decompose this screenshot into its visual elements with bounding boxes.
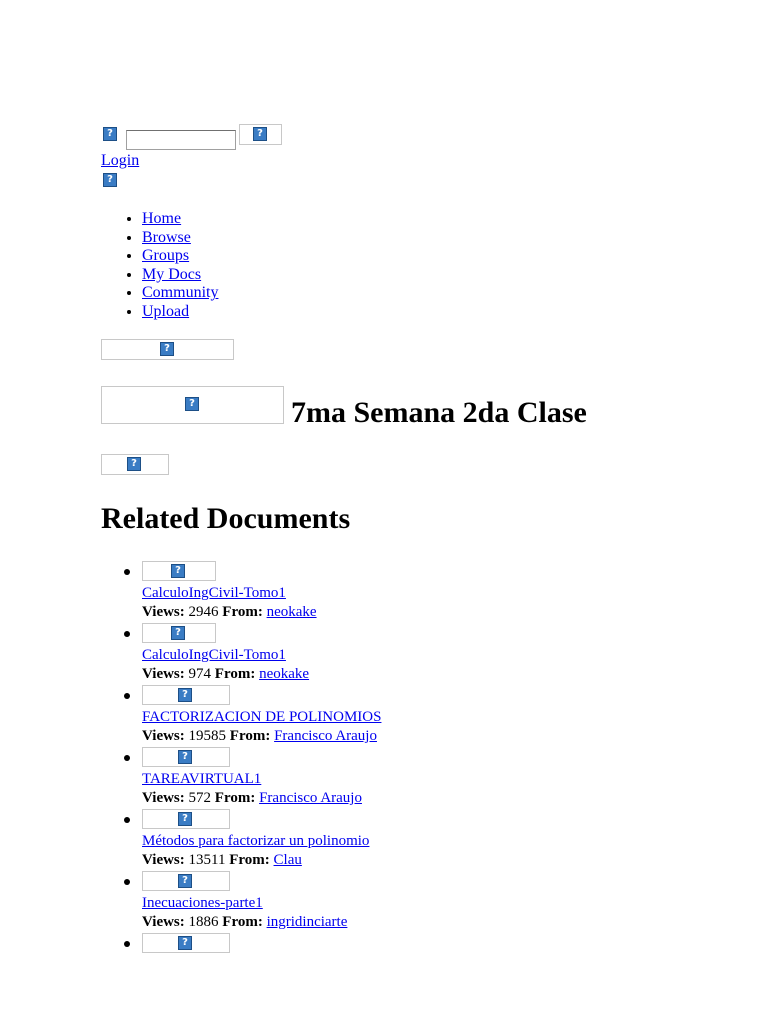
related-doc-item: ? CalculoIngCivil-Tomo1 Views: 974 From:… — [101, 623, 701, 685]
main-nav: Home Browse Groups My Docs Community Upl… — [101, 210, 218, 322]
search-input[interactable] — [126, 130, 236, 150]
nav-item-my-docs: My Docs — [142, 266, 218, 285]
related-doc-title-link[interactable]: Métodos para factorizar un polinomio — [142, 832, 369, 851]
related-doc-meta: Views: 1886 From: ingridinciarte — [142, 913, 347, 932]
list-bullet — [124, 569, 130, 575]
from-label: From: — [229, 852, 270, 868]
views-count: 974 — [188, 666, 212, 682]
related-doc-broken-image-icon: ? — [171, 626, 185, 640]
views-label: Views: — [142, 728, 185, 744]
related-doc-meta: Views: 572 From: Francisco Araujo — [142, 789, 362, 808]
login-link[interactable]: Login — [101, 151, 139, 170]
nav-item-community: Community — [142, 284, 218, 303]
related-doc-meta: Views: 2946 From: neokake — [142, 603, 317, 622]
related-doc-broken-image-icon: ? — [178, 812, 192, 826]
banner-broken-image-icon: ? — [160, 342, 174, 356]
nav-link-my-docs[interactable]: My Docs — [142, 266, 201, 283]
related-doc-title-link[interactable]: CalculoIngCivil-Tomo1 — [142, 646, 286, 665]
from-label: From: — [214, 790, 256, 806]
related-doc-item: ? Inecuaciones-parte1 Views: 1886 From: … — [101, 871, 701, 933]
related-doc-item: ? Métodos para factorizar un polinomio V… — [101, 809, 701, 871]
from-label: From: — [222, 914, 263, 930]
nav-item-browse: Browse — [142, 229, 218, 248]
author-link[interactable]: neokake — [259, 666, 309, 682]
user-broken-image-icon: ? — [103, 173, 117, 187]
related-doc-thumbnail[interactable]: ? — [142, 561, 216, 581]
nav-item-groups: Groups — [142, 247, 218, 266]
logo-broken-image-icon: ? — [103, 127, 117, 141]
document-title: 7ma Semana 2da Clase — [291, 396, 587, 429]
list-bullet — [124, 755, 130, 761]
thumbnail-broken-image-icon: ? — [185, 397, 199, 411]
search-button[interactable]: ? — [239, 124, 282, 145]
views-count: 19585 — [188, 728, 227, 744]
nav-link-browse[interactable]: Browse — [142, 229, 191, 246]
from-label: From: — [222, 604, 263, 620]
nav-link-home[interactable]: Home — [142, 210, 181, 227]
related-doc-item: ? FACTORIZACION DE POLINOMIOS Views: 195… — [101, 685, 701, 747]
related-doc-thumbnail[interactable]: ? — [142, 685, 230, 705]
related-doc-broken-image-icon: ? — [178, 688, 192, 702]
views-count: 13511 — [188, 852, 226, 868]
list-bullet — [124, 693, 130, 699]
related-doc-thumbnail[interactable]: ? — [142, 809, 230, 829]
nav-link-community[interactable]: Community — [142, 284, 218, 301]
nav-link-groups[interactable]: Groups — [142, 247, 189, 264]
search-broken-image-icon: ? — [253, 127, 267, 141]
related-doc-meta: Views: 13511 From: Clau — [142, 851, 302, 870]
author-link[interactable]: Clau — [274, 852, 302, 868]
related-doc-broken-image-icon: ? — [178, 936, 192, 950]
related-documents-heading: Related Documents — [101, 502, 351, 535]
views-count: 572 — [188, 790, 212, 806]
related-doc-broken-image-icon: ? — [178, 874, 192, 888]
views-count: 1886 — [188, 914, 219, 930]
action-image-placeholder[interactable]: ? — [101, 454, 169, 475]
related-doc-meta: Views: 974 From: neokake — [142, 665, 309, 684]
related-doc-title-link[interactable]: Inecuaciones-parte1 — [142, 894, 263, 913]
author-link[interactable]: ingridinciarte — [267, 914, 348, 930]
related-doc-thumbnail[interactable]: ? — [142, 623, 216, 643]
nav-link-upload[interactable]: Upload — [142, 303, 189, 320]
related-doc-thumbnail[interactable]: ? — [142, 871, 230, 891]
banner-image-placeholder[interactable]: ? — [101, 339, 234, 360]
views-label: Views: — [142, 852, 185, 868]
nav-item-home: Home — [142, 210, 218, 229]
author-link[interactable]: Francisco Araujo — [259, 790, 362, 806]
author-link[interactable]: Francisco Araujo — [274, 728, 377, 744]
related-doc-broken-image-icon: ? — [178, 750, 192, 764]
nav-item-upload: Upload — [142, 303, 218, 322]
related-doc-title-link[interactable]: CalculoIngCivil-Tomo1 — [142, 584, 286, 603]
related-doc-title-link[interactable]: FACTORIZACION DE POLINOMIOS — [142, 708, 381, 727]
related-doc-broken-image-icon: ? — [171, 564, 185, 578]
related-doc-item: ? CalculoIngCivil-Tomo1 Views: 2946 From… — [101, 561, 701, 623]
views-count: 2946 — [188, 604, 219, 620]
list-bullet — [124, 631, 130, 637]
author-link[interactable]: neokake — [267, 604, 317, 620]
document-thumbnail[interactable]: ? — [101, 386, 284, 424]
views-label: Views: — [142, 790, 185, 806]
related-doc-thumbnail[interactable]: ? — [142, 933, 230, 953]
views-label: Views: — [142, 604, 185, 620]
list-bullet — [124, 879, 130, 885]
views-label: Views: — [142, 666, 185, 682]
related-doc-item: ? — [101, 933, 701, 957]
list-bullet — [124, 941, 130, 947]
views-label: Views: — [142, 914, 185, 930]
action-broken-image-icon: ? — [127, 457, 141, 471]
related-doc-meta: Views: 19585 From: Francisco Araujo — [142, 727, 377, 746]
from-label: From: — [214, 666, 256, 682]
related-doc-item: ? TAREAVIRTUAL1 Views: 572 From: Francis… — [101, 747, 701, 809]
from-label: From: — [229, 728, 271, 744]
list-bullet — [124, 817, 130, 823]
related-doc-thumbnail[interactable]: ? — [142, 747, 230, 767]
related-doc-title-link[interactable]: TAREAVIRTUAL1 — [142, 770, 261, 789]
